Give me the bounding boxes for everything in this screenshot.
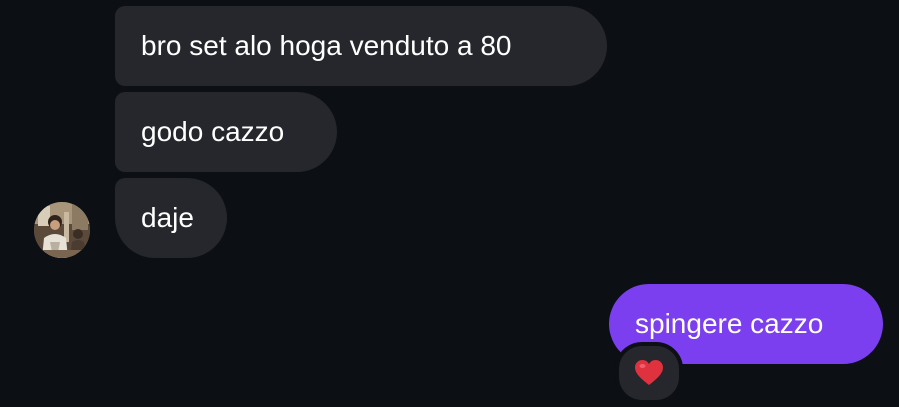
message-reaction[interactable] <box>615 342 683 404</box>
incoming-message-bubble[interactable]: godo cazzo <box>115 92 337 172</box>
message-text: spingere cazzo <box>635 308 824 339</box>
user-avatar-photo-icon <box>34 202 90 258</box>
sender-avatar[interactable] <box>34 202 90 258</box>
incoming-message-bubble[interactable]: bro set alo hoga venduto a 80 <box>115 6 607 86</box>
chat-thread: bro set alo hoga venduto a 80 godo cazzo… <box>0 0 899 407</box>
message-text: daje <box>141 202 194 233</box>
incoming-message-bubble[interactable]: daje <box>115 178 227 258</box>
red-heart-icon <box>635 360 663 385</box>
message-text: godo cazzo <box>141 116 285 147</box>
message-text: bro set alo hoga venduto a 80 <box>141 30 512 61</box>
